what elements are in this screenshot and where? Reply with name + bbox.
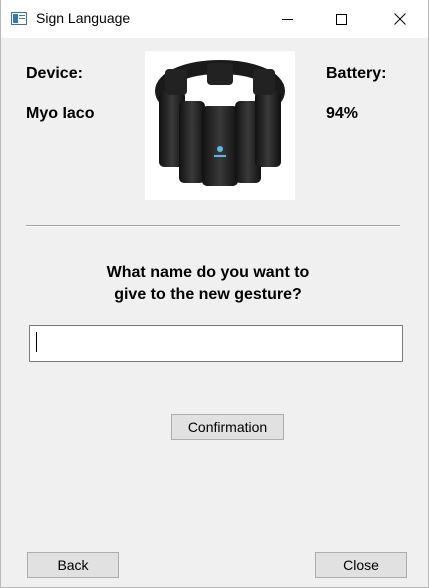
device-label: Device: — [26, 65, 83, 82]
app-window: Sign Language Device: Myo Iaco Battery: … — [0, 0, 429, 588]
maximize-icon — [335, 13, 347, 25]
close-icon — [394, 13, 406, 25]
battery-label: Battery: — [326, 65, 387, 82]
title-bar[interactable]: Sign Language — [1, 0, 428, 38]
text-caret — [36, 332, 37, 352]
prompt-line-2: give to the new gesture? — [114, 286, 302, 303]
gesture-name-prompt: What name do you want to give to the new… — [61, 262, 355, 306]
minimize-icon — [281, 18, 293, 20]
prompt-line-1: What name do you want to — [106, 264, 310, 281]
window-title: Sign Language — [36, 10, 131, 26]
close-button[interactable]: Close — [315, 552, 407, 578]
minimize-button[interactable] — [264, 0, 310, 38]
gesture-name-input[interactable] — [29, 325, 403, 362]
app-icon — [11, 12, 27, 25]
back-button[interactable]: Back — [27, 552, 119, 578]
window-close-button[interactable] — [377, 0, 423, 38]
maximize-button[interactable] — [318, 0, 364, 38]
battery-value: 94% — [326, 105, 359, 122]
separator — [26, 225, 400, 227]
device-name: Myo Iaco — [26, 105, 95, 122]
myo-armband-image — [145, 51, 295, 200]
confirmation-button[interactable]: Confirmation — [171, 414, 284, 440]
